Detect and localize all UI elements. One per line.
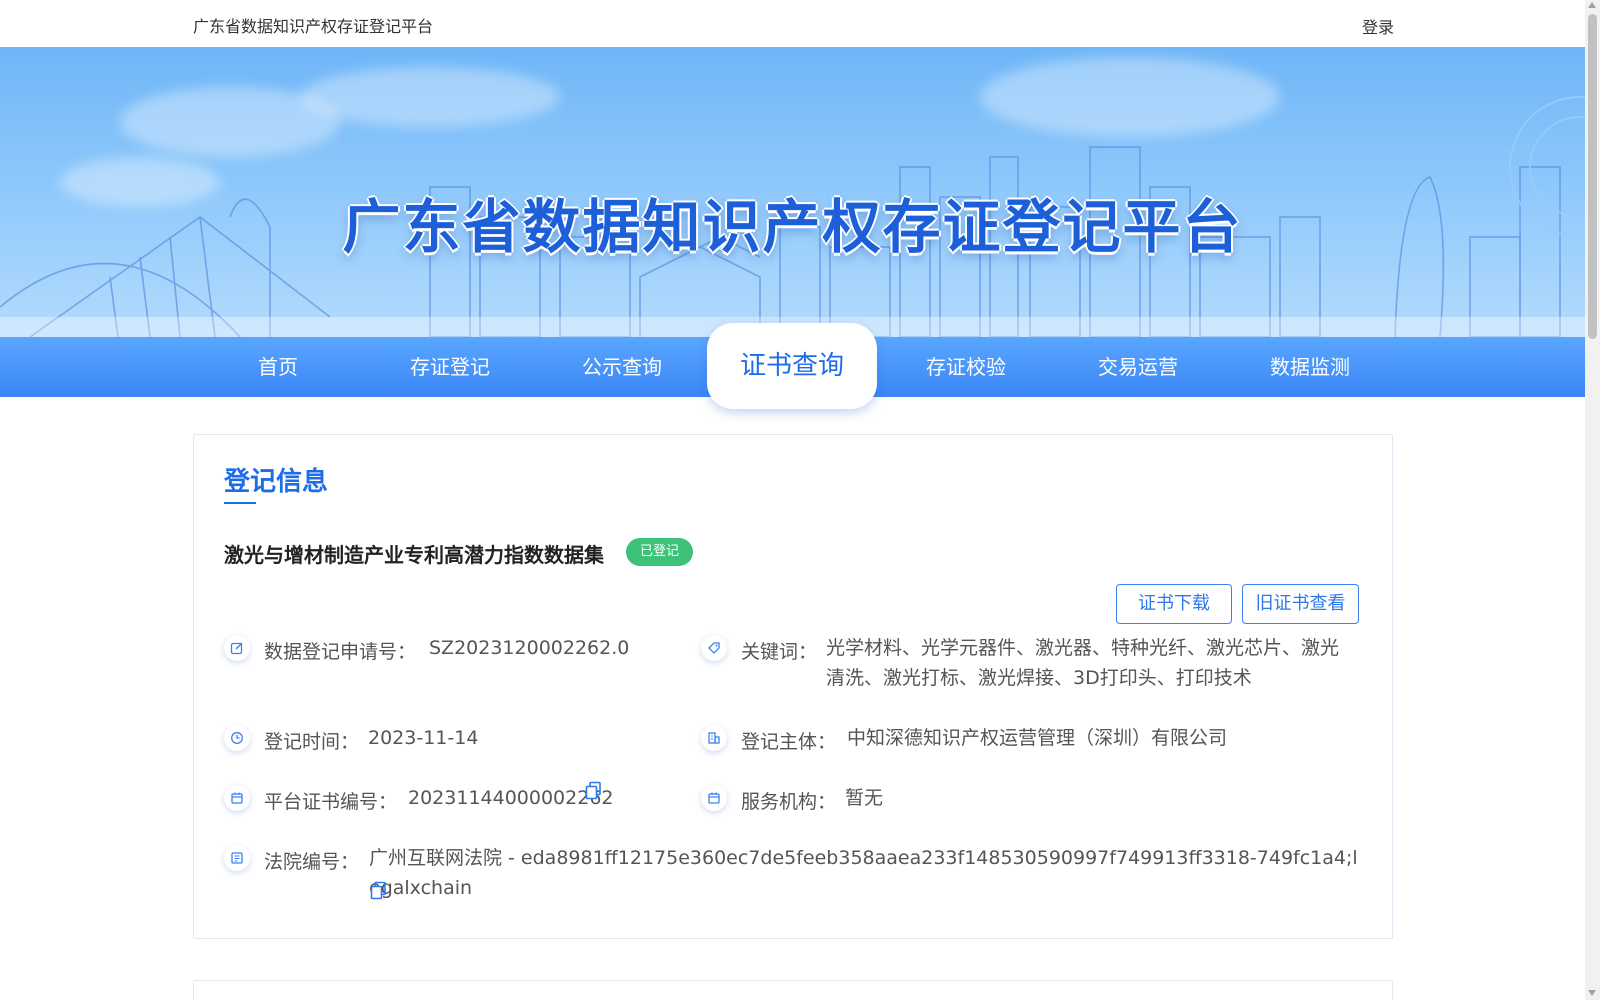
- section-title: 登记信息: [224, 467, 329, 497]
- court-value: 广州互联网法院 - eda8981ff12175e360ec7de5feeb35…: [369, 847, 1358, 899]
- apply-no-label: 数据登记申请号：: [264, 641, 417, 663]
- clock-icon: [224, 725, 250, 751]
- cert-no-value: 20231144000002262: [408, 787, 614, 809]
- keywords-label: 关键词：: [741, 641, 818, 663]
- nav-item-trade[interactable]: 交易运营: [1063, 337, 1213, 397]
- hero-banner: 广东省数据知识产权存证登记平台: [0, 47, 1585, 337]
- calendar-icon: [224, 785, 250, 811]
- nav-item-monitor[interactable]: 数据监测: [1235, 337, 1385, 397]
- login-link[interactable]: 登录: [1362, 14, 1394, 38]
- building-icon: [701, 725, 727, 751]
- scrollbar-thumb[interactable]: [1588, 14, 1597, 339]
- main-nav: 首页 存证登记 公示查询 证书查询 存证校验 交易运营 数据监测: [0, 323, 1585, 409]
- old-certificate-view-button[interactable]: 旧证书查看: [1242, 584, 1359, 624]
- agency-label: 服务机构：: [741, 791, 837, 813]
- nav-item-register[interactable]: 存证登记: [375, 337, 525, 397]
- registration-info-card: 登记信息 激光与增材制造产业专利高潜力指数数据集 已登记 证书下载 旧证书查看 …: [193, 434, 1393, 939]
- court-label: 法院编号：: [264, 851, 360, 873]
- nav-item-verify[interactable]: 存证校验: [891, 337, 1041, 397]
- certificate-download-button[interactable]: 证书下载: [1116, 584, 1232, 624]
- form-icon: [224, 845, 250, 871]
- copy-cert-no-icon[interactable]: [585, 781, 603, 801]
- status-badge: 已登记: [626, 538, 694, 566]
- banner-title: 广东省数据知识产权存证登记平台: [342, 193, 1243, 261]
- dataset-name: 激光与增材制造产业专利高潜力指数数据集: [224, 543, 604, 567]
- edit-icon: [224, 635, 250, 661]
- time-label: 登记时间：: [264, 731, 360, 753]
- scroll-up-arrow-icon[interactable]: [1588, 2, 1596, 8]
- top-bar: 广东省数据知识产权存证登记平台 登录: [0, 0, 1585, 47]
- cert-no-label: 平台证书编号：: [264, 791, 398, 813]
- site-name: 广东省数据知识产权存证登记平台: [193, 17, 434, 36]
- agency-value: 暂无: [845, 787, 884, 809]
- nav-item-public-query[interactable]: 公示查询: [547, 337, 697, 397]
- tag-icon: [701, 635, 727, 661]
- section-underline: [224, 502, 256, 504]
- scroll-down-arrow-icon[interactable]: [1588, 990, 1596, 996]
- subject-label: 登记主体：: [741, 731, 837, 753]
- time-value: 2023-11-14: [368, 727, 479, 749]
- calendar-icon: [701, 785, 727, 811]
- apply-no-value: SZ2023120002262.0: [429, 637, 630, 659]
- nav-item-certificate-query[interactable]: 证书查询: [707, 323, 877, 409]
- copy-court-no-icon[interactable]: [370, 881, 388, 901]
- subject-value: 中知深德知识产权运营管理（深圳）有限公司: [847, 727, 1228, 749]
- next-card: [193, 980, 1393, 1000]
- nav-item-home[interactable]: 首页: [203, 337, 353, 397]
- keywords-value: 光学材料、光学元器件、激光器、特种光纤、激光芯片、激光清洗、激光打标、激光焊接、…: [826, 637, 1340, 689]
